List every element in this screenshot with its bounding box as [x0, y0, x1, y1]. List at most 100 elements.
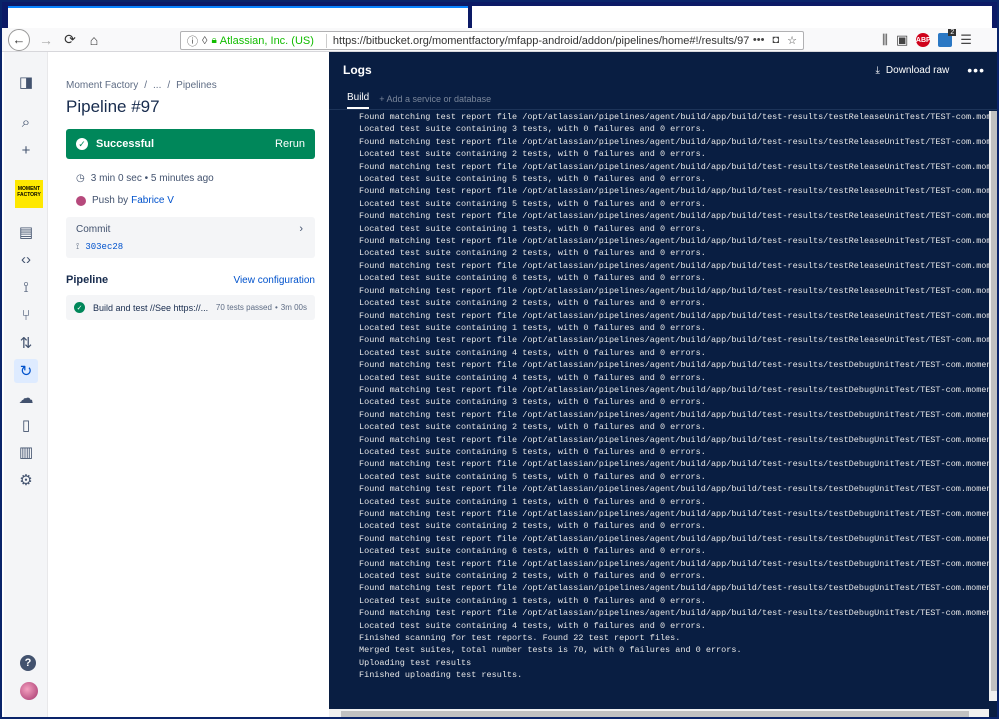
- log-line: Located test suite containing 2 tests, w…: [359, 422, 706, 433]
- library-icon[interactable]: ⫼: [882, 32, 888, 48]
- downloads-icon[interactable]: ▯: [14, 413, 38, 437]
- boards-icon[interactable]: ▥: [14, 440, 38, 464]
- pipelines-icon[interactable]: ↻: [14, 359, 38, 383]
- log-line: Found matching test report file /opt/atl…: [359, 608, 989, 619]
- scrollbar-thumb[interactable]: [991, 111, 997, 691]
- vertical-scrollbar[interactable]: [989, 111, 997, 701]
- reload-button[interactable]: ⟳: [58, 29, 82, 51]
- breadcrumb-item[interactable]: Moment Factory: [66, 80, 138, 91]
- bookmark-star-icon[interactable]: ☆: [787, 34, 797, 47]
- log-line: Found matching test report file /opt/atl…: [359, 211, 989, 222]
- tab-build[interactable]: Build: [347, 92, 370, 109]
- page-title: Pipeline #97: [66, 97, 160, 116]
- step-duration: 3m 00s: [280, 303, 307, 312]
- adblock-icon[interactable]: ABP: [916, 33, 931, 47]
- url-bar[interactable]: ⓘ ◊ 🔒︎ Atlassian, Inc. (US) https://bitb…: [180, 31, 804, 50]
- commits-icon[interactable]: ⟟: [14, 275, 38, 299]
- home-button[interactable]: ⌂: [82, 29, 106, 51]
- divider: [325, 33, 327, 48]
- extension-icon[interactable]: 2: [938, 29, 957, 47]
- log-line: Found matching test report file /opt/atl…: [359, 335, 989, 346]
- add-service-link[interactable]: + Add a service or database: [379, 94, 491, 109]
- branches-icon[interactable]: ⑂: [14, 303, 38, 327]
- log-line: Found matching test report file /opt/atl…: [359, 409, 989, 420]
- info-icon[interactable]: ⓘ: [187, 33, 198, 49]
- horizontal-scrollbar[interactable]: [329, 709, 989, 717]
- bitbucket-logo-icon[interactable]: ◨: [14, 70, 38, 94]
- log-line: Located test suite containing 2 tests, w…: [359, 248, 706, 259]
- log-output[interactable]: Found matching test report file /opt/atl…: [329, 111, 989, 701]
- forward-button[interactable]: →: [34, 29, 58, 51]
- browser-tab-active[interactable]: [8, 6, 468, 28]
- page-actions-icon[interactable]: •••: [753, 34, 765, 47]
- author-link[interactable]: Fabrice V: [131, 195, 174, 206]
- breadcrumb-item[interactable]: ...: [153, 80, 161, 91]
- rerun-button[interactable]: Rerun: [275, 138, 305, 150]
- log-line: Located test suite containing 5 tests, w…: [359, 471, 706, 482]
- breadcrumb-item[interactable]: Pipelines: [176, 80, 217, 91]
- breadcrumb-separator: /: [167, 80, 171, 91]
- overview-icon[interactable]: ▤: [14, 220, 38, 244]
- log-line: Found matching test report file /opt/atl…: [359, 360, 989, 371]
- log-line: Located test suite containing 6 tests, w…: [359, 546, 706, 557]
- help-icon[interactable]: ?: [20, 655, 36, 671]
- logs-panel: Logs ⤓ Download raw ••• Build + Add a se…: [329, 52, 997, 717]
- browser-tab[interactable]: [472, 6, 992, 28]
- pocket-icon[interactable]: ◘: [772, 34, 779, 47]
- user-avatar[interactable]: [20, 682, 38, 700]
- commit-card[interactable]: Commit ⟟ 303ec28 ›: [66, 217, 315, 258]
- app-sidebar: ◨ ⌕ + MOMENT FACTORY ▤ ‹› ⟟ ⑂ ⇅ ↻ ☁ ▯ ▥ …: [4, 52, 48, 717]
- download-raw-label: Download raw: [885, 64, 950, 76]
- log-line: Found matching test report file /opt/atl…: [359, 384, 989, 395]
- browser-toolbar-right: ⫼ ▣ ABP 2 ☰: [882, 29, 972, 50]
- push-label: Push by: [92, 195, 129, 206]
- pipeline-step[interactable]: ✓ Build and test //See https://... 70 te…: [66, 295, 315, 320]
- check-icon: ✓: [76, 138, 88, 150]
- log-line: Located test suite containing 5 tests, w…: [359, 446, 706, 457]
- log-line: Located test suite containing 1 tests, w…: [359, 595, 706, 606]
- download-raw-button[interactable]: ⤓ Download raw: [875, 65, 949, 76]
- logs-title: Logs: [343, 63, 372, 77]
- log-line: Located test suite containing 1 tests, w…: [359, 322, 706, 333]
- more-options-icon[interactable]: •••: [967, 62, 985, 78]
- settings-icon[interactable]: ⚙: [14, 468, 38, 492]
- create-plus-icon[interactable]: +: [14, 138, 38, 162]
- duration-text: 3 min 0 sec • 5 minutes ago: [90, 173, 214, 184]
- log-line: Found matching test report file /opt/atl…: [359, 285, 989, 296]
- chevron-right-icon[interactable]: ›: [299, 223, 303, 235]
- commit-hash-link[interactable]: 303ec28: [85, 242, 123, 252]
- source-icon[interactable]: ‹›: [14, 247, 38, 271]
- bullet-separator: •: [274, 303, 278, 312]
- pull-requests-icon[interactable]: ⇅: [14, 331, 38, 355]
- search-icon[interactable]: ⌕: [14, 110, 38, 134]
- log-line: Found matching test report file /opt/atl…: [359, 186, 989, 197]
- sidebar-toggle-icon[interactable]: ▣: [896, 32, 908, 48]
- deployments-icon[interactable]: ☁: [14, 386, 38, 410]
- pipeline-heading: Pipeline: [66, 274, 109, 286]
- log-line: Located test suite containing 4 tests, w…: [359, 372, 706, 383]
- view-configuration-link[interactable]: View configuration: [233, 275, 315, 286]
- menu-icon[interactable]: ☰: [960, 32, 972, 48]
- pipeline-panel: Moment Factory / ... / Pipelines Pipelin…: [48, 52, 329, 717]
- commit-label: Commit: [76, 224, 111, 235]
- scrollbar-thumb[interactable]: [341, 711, 969, 717]
- log-line: Located test suite containing 3 tests, w…: [359, 397, 706, 408]
- extension-badge: 2: [948, 29, 957, 36]
- url-text[interactable]: https://bitbucket.org/momentfactory/mfap…: [333, 35, 753, 47]
- log-line: Found matching test report file /opt/atl…: [359, 509, 989, 519]
- log-line: Found matching test report file /opt/atl…: [359, 533, 989, 544]
- log-line: Found matching test report file /opt/atl…: [359, 459, 989, 470]
- download-icon: ⤓: [875, 64, 880, 76]
- shield-icon[interactable]: ◊: [202, 35, 207, 47]
- back-button[interactable]: ←: [8, 28, 30, 51]
- site-identity[interactable]: Atlassian, Inc. (US): [220, 35, 314, 47]
- repo-avatar[interactable]: MOMENT FACTORY: [15, 180, 43, 208]
- log-line: Finished scanning for test reports. Foun…: [359, 633, 681, 644]
- log-line: Located test suite containing 6 tests, w…: [359, 273, 706, 284]
- log-line: Located test suite containing 2 tests, w…: [359, 149, 706, 160]
- log-line: Located test suite containing 2 tests, w…: [359, 571, 706, 582]
- browser-window: ← → ⟳ ⌂ ⓘ ◊ 🔒︎ Atlassian, Inc. (US) http…: [0, 0, 999, 719]
- log-line: Merged test suites, total number tests i…: [359, 645, 742, 656]
- log-line: Found matching test report file /opt/atl…: [359, 434, 989, 445]
- log-line: Found matching test report file /opt/atl…: [359, 161, 989, 172]
